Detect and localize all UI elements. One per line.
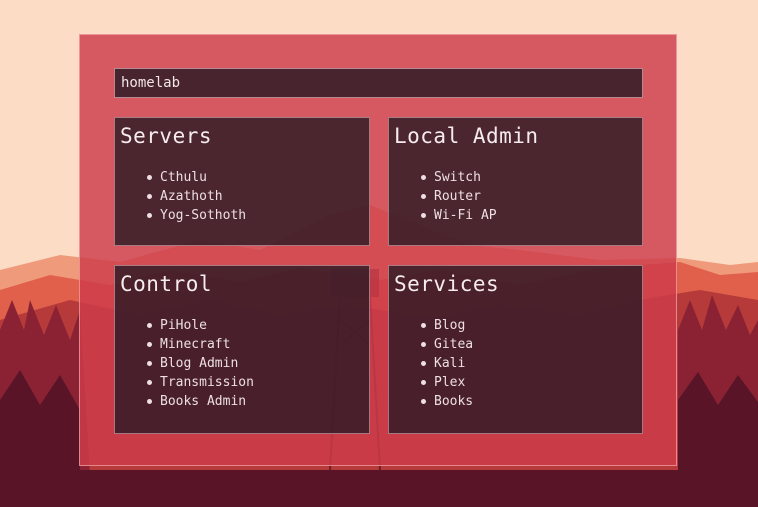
link-switch[interactable]: Switch <box>421 168 497 187</box>
link-minecraft[interactable]: Minecraft <box>147 335 254 354</box>
link-gitea[interactable]: Gitea <box>420 335 473 354</box>
card-local-admin: Local Admin Switch Router Wi-Fi AP <box>388 117 643 246</box>
link-blog-admin[interactable]: Blog Admin <box>147 354 254 373</box>
link-list-control: PiHole Minecraft Blog Admin Transmission… <box>115 316 254 411</box>
link-yog-sothoth[interactable]: Yog-Sothoth <box>146 206 246 225</box>
link-list-servers: Cthulu Azathoth Yog-Sothoth <box>115 168 246 225</box>
link-list-local-admin: Switch Router Wi-Fi AP <box>389 168 497 225</box>
link-azathoth[interactable]: Azathoth <box>146 187 246 206</box>
card-servers: Servers Cthulu Azathoth Yog-Sothoth <box>114 117 370 246</box>
link-transmission[interactable]: Transmission <box>147 373 254 392</box>
link-router[interactable]: Router <box>421 187 497 206</box>
card-title-local-admin: Local Admin <box>394 124 539 148</box>
link-plex[interactable]: Plex <box>420 373 473 392</box>
link-books-admin[interactable]: Books Admin <box>147 392 254 411</box>
link-pihole[interactable]: PiHole <box>147 316 254 335</box>
card-services: Services Blog Gitea Kali Plex Books <box>388 265 643 434</box>
card-title-services: Services <box>394 272 500 296</box>
link-kali[interactable]: Kali <box>420 354 473 373</box>
link-blog[interactable]: Blog <box>420 316 473 335</box>
card-control: Control PiHole Minecraft Blog Admin Tran… <box>114 265 370 434</box>
link-cthulu[interactable]: Cthulu <box>146 168 246 187</box>
card-title-servers: Servers <box>120 124 213 148</box>
link-wifi-ap[interactable]: Wi-Fi AP <box>421 206 497 225</box>
link-books[interactable]: Books <box>420 392 473 411</box>
card-title-control: Control <box>120 272 213 296</box>
search-input[interactable] <box>114 68 643 98</box>
link-list-services: Blog Gitea Kali Plex Books <box>389 316 473 411</box>
